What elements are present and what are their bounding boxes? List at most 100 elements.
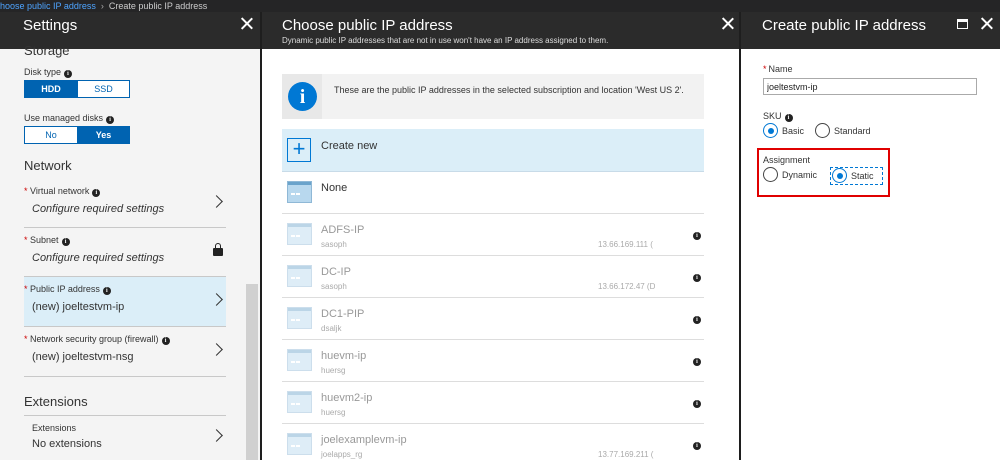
choose-header: Choose public IP address Dynamic public … [262, 12, 739, 49]
ip-address-row[interactable]: DC1-PIP dsaljk i [282, 298, 704, 340]
info-icon[interactable]: i [106, 116, 115, 124]
ip-address-resource-group: sasoph [321, 240, 347, 249]
ip-address-icon [287, 265, 312, 287]
info-icon[interactable]: i [693, 442, 701, 450]
chevron-right-icon [210, 195, 223, 208]
ip-address-row[interactable]: huevm2-ip huersg i [282, 382, 704, 424]
virtual-network-value: Configure required settings [32, 203, 165, 215]
info-icon[interactable]: i [161, 337, 170, 345]
info-icon[interactable]: i [784, 114, 793, 122]
ip-address-name: DC1-PIP [321, 308, 365, 320]
extensions-value: No extensions [32, 438, 102, 450]
maximize-icon[interactable] [957, 19, 968, 29]
sku-standard-radio[interactable]: Standard [815, 123, 871, 138]
info-icon[interactable]: i [92, 189, 101, 197]
disk-type-label: Disk type i [24, 67, 73, 78]
name-label: * Name [763, 64, 793, 74]
ip-address-resource-group: huersg [321, 366, 346, 375]
ip-address-row[interactable]: ADFS-IP sasoph 13.66.169.111 ( i [282, 214, 704, 256]
subnet-label: * Subnet i [24, 235, 70, 246]
radio-selected-icon [832, 168, 847, 183]
assignment-dynamic-radio[interactable]: Dynamic [763, 167, 817, 182]
lock-icon [213, 243, 223, 256]
settings-title: Settings [23, 17, 78, 34]
sidebar-item-extensions[interactable]: Extensions No extensions [24, 415, 226, 460]
ip-address-icon [287, 391, 312, 413]
settings-blade: Settings Storage Disk type i HDD SSD Use … [0, 12, 260, 460]
disk-type-hdd[interactable]: HDD [25, 81, 77, 97]
ip-address-value: 13.66.169.111 ( [598, 240, 653, 249]
ip-address-icon [287, 433, 312, 455]
ip-address-icon [287, 307, 312, 329]
ip-address-icon [287, 181, 312, 203]
sku-label: SKU i [763, 111, 793, 122]
breadcrumb-separator-icon: › [100, 1, 104, 11]
info-icon[interactable]: i [102, 287, 111, 295]
ip-address-name: ADFS-IP [321, 224, 365, 236]
create-new-label: Create new [321, 140, 378, 152]
managed-disks-label: Use managed disks i [24, 113, 115, 124]
chevron-right-icon [210, 429, 223, 442]
managed-disks-yes[interactable]: Yes [77, 127, 129, 143]
info-icon[interactable]: i [64, 70, 73, 78]
breadcrumb: hoose public IP address › Create public IP… [0, 0, 1000, 12]
network-heading: Network [24, 158, 72, 173]
virtual-network-label: * Virtual network i [24, 186, 101, 197]
ip-address-icon [287, 223, 312, 245]
ip-address-name: huevm2-ip [321, 392, 373, 404]
breadcrumb-current: Create public IP address [108, 1, 208, 11]
ip-address-icon [287, 349, 312, 371]
chevron-right-icon [210, 343, 223, 356]
sidebar-item-virtual-network[interactable]: * Virtual network i Configure required se… [24, 179, 226, 228]
info-icon[interactable]: i [693, 358, 701, 366]
subnet-value: Configure required settings [32, 252, 165, 264]
breadcrumb-link[interactable]: hoose public IP address [0, 1, 96, 11]
ip-address-value: 13.66.172.47 (D [598, 282, 656, 291]
ip-address-row[interactable]: joelexamplevm-ip joelapps_rg 13.77.169.211… [282, 424, 704, 460]
ip-address-name: DC-IP [321, 266, 351, 278]
sidebar-item-nsg[interactable]: * Network security group (firewall) i (ne… [24, 327, 226, 377]
ip-address-resource-group: dsaljk [321, 324, 342, 333]
chevron-right-icon [210, 293, 223, 306]
none-label: None [321, 182, 348, 194]
settings-close-icon[interactable] [238, 15, 256, 33]
create-new-row[interactable]: + Create new [282, 129, 704, 172]
ip-address-name: huevm-ip [321, 350, 367, 362]
extensions-heading: Extensions [24, 394, 88, 409]
none-row[interactable]: None [282, 172, 704, 214]
sidebar-item-subnet[interactable]: * Subnet i Configure required settings [24, 228, 226, 277]
managed-disks-no[interactable]: No [25, 127, 77, 143]
radio-empty-icon [815, 123, 830, 138]
name-input[interactable] [763, 78, 977, 95]
ip-address-resource-group: huersg [321, 408, 346, 417]
assignment-static-radio[interactable]: Static [832, 168, 874, 183]
choose-close-icon[interactable] [719, 15, 737, 33]
info-icon[interactable]: i [693, 232, 701, 240]
extensions-label: Extensions [32, 423, 77, 433]
choose-ip-blade: Choose public IP address Dynamic public … [262, 12, 739, 460]
info-icon[interactable]: i [693, 316, 701, 324]
disk-type-toggle: HDD SSD [24, 80, 130, 98]
sidebar-item-public-ip[interactable]: * Public IP address i (new) joeltestvm-ip [24, 277, 226, 327]
info-icon[interactable]: i [693, 400, 701, 408]
sku-basic-radio[interactable]: Basic [763, 123, 804, 138]
ip-address-value: 13.77.169.211 ( [598, 450, 654, 459]
info-banner: i These are the public IP addresses in t… [282, 74, 704, 119]
info-icon[interactable]: i [693, 274, 701, 282]
ip-address-resource-group: sasoph [321, 282, 347, 291]
nsg-label: * Network security group (firewall) i [24, 334, 170, 345]
choose-subtitle: Dynamic public IP addresses that are not… [282, 36, 609, 45]
ip-address-name: joelexamplevm-ip [321, 434, 407, 446]
nsg-value: (new) joeltestvm-nsg [32, 351, 134, 363]
storage-heading: Storage [24, 43, 70, 58]
info-banner-icon: i [282, 74, 322, 119]
plus-icon: + [287, 138, 311, 162]
settings-scrollbar[interactable] [246, 284, 258, 460]
ip-address-row[interactable]: DC-IP sasoph 13.66.172.47 (D i [282, 256, 704, 298]
disk-type-ssd[interactable]: SSD [77, 81, 129, 97]
public-ip-label: * Public IP address i [24, 284, 111, 295]
create-close-icon[interactable] [978, 15, 996, 33]
public-ip-value: (new) joeltestvm-ip [32, 301, 125, 313]
info-icon[interactable]: i [61, 238, 70, 246]
ip-address-row[interactable]: huevm-ip huersg i [282, 340, 704, 382]
